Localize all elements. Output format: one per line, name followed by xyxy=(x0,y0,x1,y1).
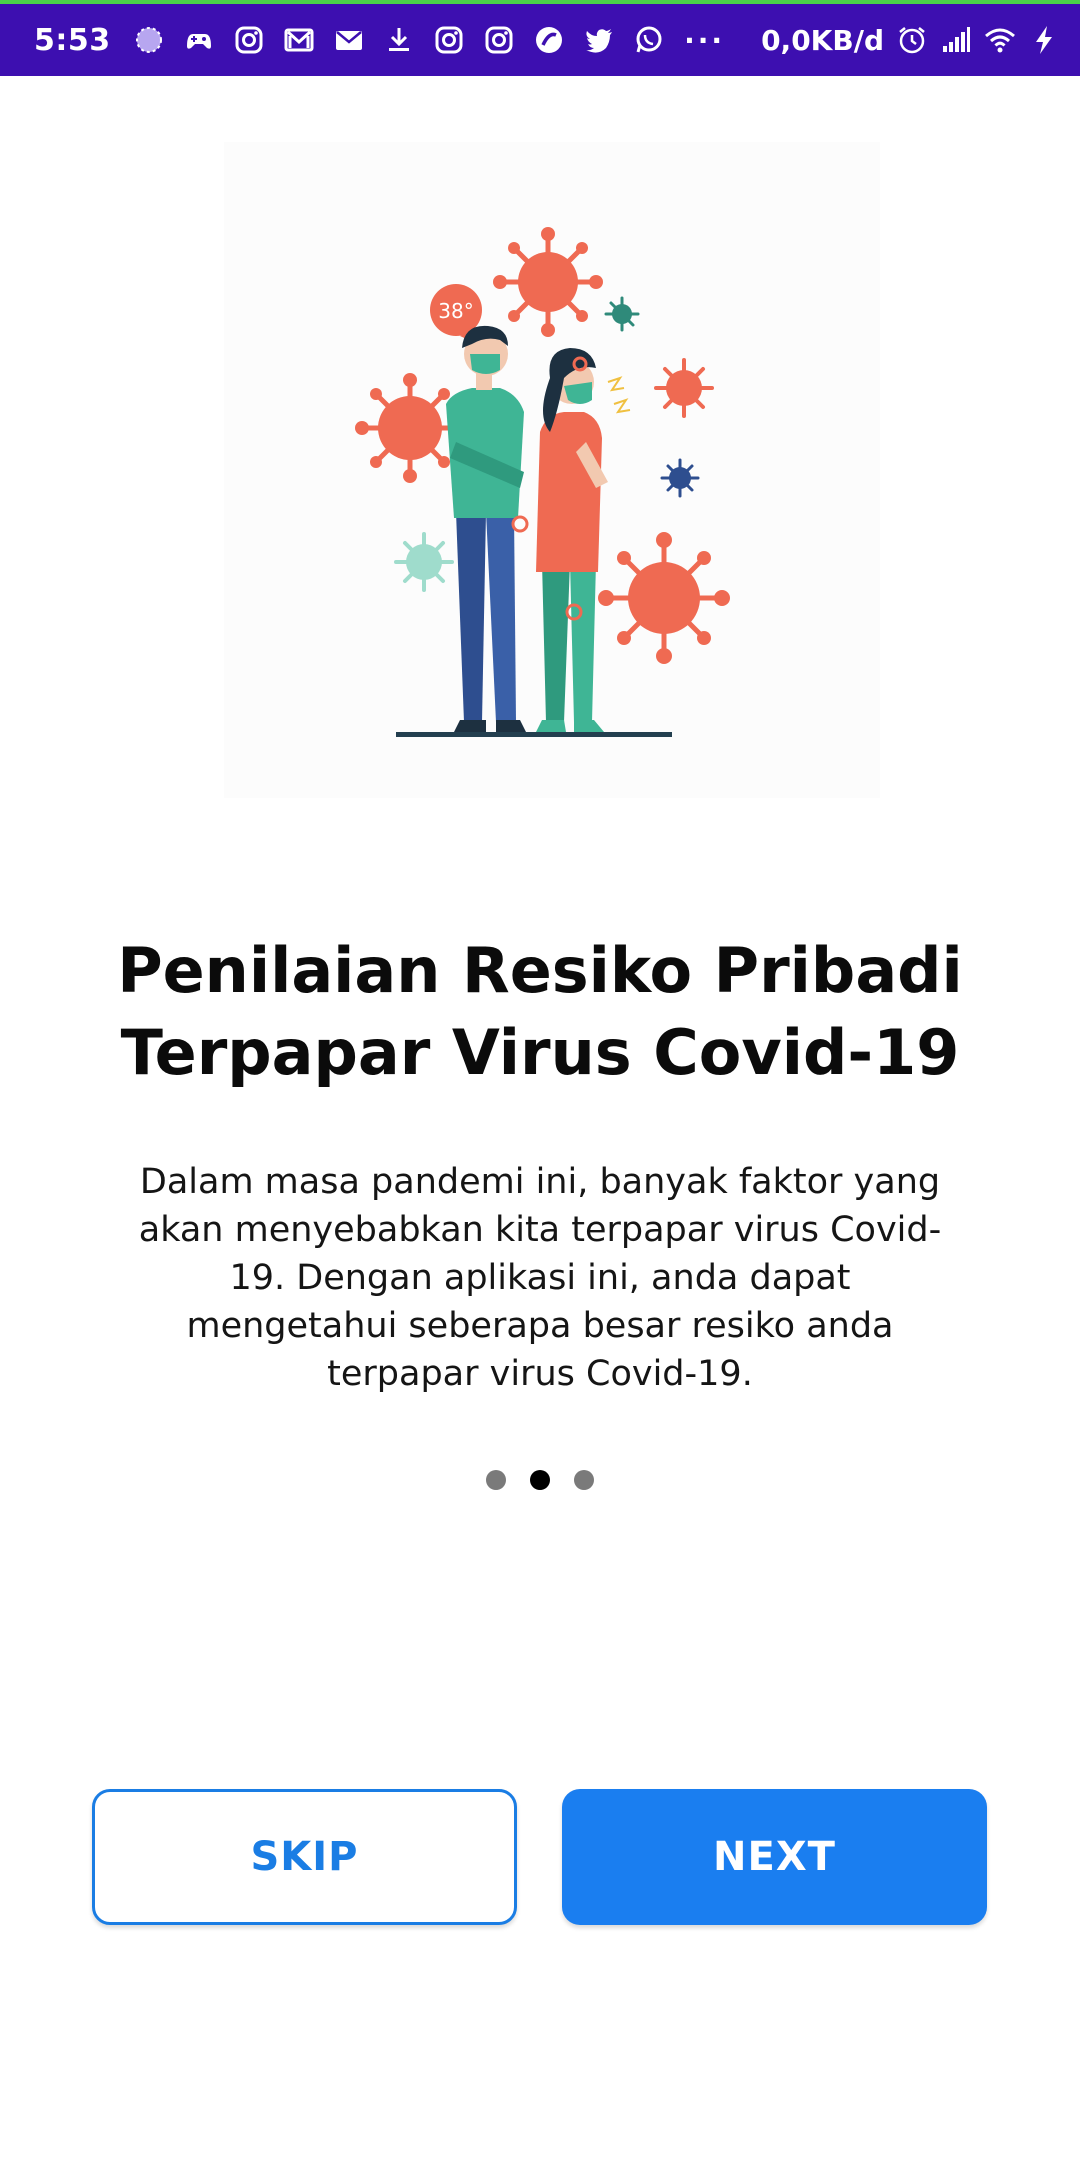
onboarding-screen: 5:53 ··· 0,0KB/d 38° Penilaian Resiko Pr… xyxy=(0,0,1080,2160)
onboarding-description: Dalam masa pandemi ini, banyak faktor ya… xyxy=(138,1162,942,1394)
ground-line xyxy=(396,732,672,737)
onboarding-illustration: 38° xyxy=(224,142,880,798)
wifi-icon xyxy=(984,24,1016,56)
whatsapp-icon xyxy=(633,24,665,56)
page-indicator xyxy=(0,1470,1080,1490)
gmail-icon xyxy=(283,24,315,56)
status-time: 5:53 xyxy=(34,22,111,58)
onboarding-title: Penilaian Resiko Pribadi Terpapar Virus … xyxy=(117,934,963,1089)
virus-icon xyxy=(654,358,714,418)
cough-mark xyxy=(607,376,625,392)
charging-icon xyxy=(1028,24,1060,56)
page-dot[interactable] xyxy=(486,1470,506,1490)
twitter-icon xyxy=(583,24,615,56)
game-controller-icon xyxy=(183,24,215,56)
status-bar: 5:53 ··· 0,0KB/d xyxy=(0,0,1080,76)
download-icon xyxy=(383,24,415,56)
instagram-icon xyxy=(433,24,465,56)
woman-figure xyxy=(536,348,608,732)
mail-icon xyxy=(333,24,365,56)
next-button[interactable]: NEXT xyxy=(562,1789,987,1925)
more-notifications-icon: ··· xyxy=(684,23,726,57)
instagram-icon xyxy=(483,24,515,56)
notification-icons xyxy=(133,24,665,56)
virus-icon xyxy=(604,296,640,332)
virus-icon xyxy=(394,532,454,592)
page-dot-active[interactable] xyxy=(530,1470,550,1490)
cough-mark xyxy=(613,398,631,414)
app-icon xyxy=(533,24,565,56)
virus-icon xyxy=(660,458,700,498)
alarm-icon xyxy=(896,24,928,56)
virus-icon xyxy=(493,227,603,337)
virus-icon xyxy=(598,532,730,664)
page-dot[interactable] xyxy=(574,1470,594,1490)
symptom-mark xyxy=(511,515,529,533)
skip-button[interactable]: SKIP xyxy=(92,1789,517,1925)
sync-icon xyxy=(133,24,165,56)
temperature-label: 38° xyxy=(438,299,473,323)
instagram-icon xyxy=(233,24,265,56)
covid-people-illustration: 38° xyxy=(355,227,730,737)
network-speed: 0,0KB/d xyxy=(761,23,884,57)
signal-icon xyxy=(940,24,972,56)
system-status: ··· 0,0KB/d xyxy=(684,24,1060,57)
